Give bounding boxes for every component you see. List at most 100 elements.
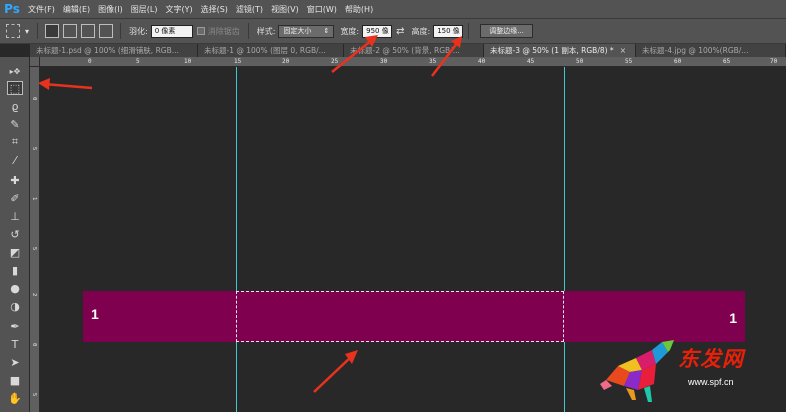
menu-image[interactable]: 图像(I) — [94, 4, 127, 15]
refine-edge-button[interactable]: 调整边缘... — [480, 24, 533, 38]
style-select[interactable]: 固定大小 ⇕ — [278, 24, 335, 38]
move-icon[interactable]: ▸✥ — [7, 64, 23, 78]
ruler-tick: 40 — [478, 58, 486, 65]
gradient-icon[interactable]: ▮ — [7, 263, 23, 277]
menu-view[interactable]: 视图(V) — [267, 4, 303, 15]
watermark-url: www.spf.cn — [688, 377, 734, 387]
chevron-down-icon: ⇕ — [323, 27, 330, 35]
tab-label: 未标题-4.jpg @ 100%(RGB/... — [642, 46, 749, 55]
divider — [468, 23, 470, 39]
height-label: 高度: — [411, 26, 431, 36]
ruler-tick: 5 — [136, 58, 140, 65]
menu-edit[interactable]: 编辑(E) — [59, 4, 94, 15]
feather-label: 羽化: — [129, 26, 148, 36]
menu-layer[interactable]: 图层(L) — [127, 4, 162, 15]
tab-label: 未标题-1.psd @ 100% (细滑铺肤, RGB... — [36, 46, 179, 55]
antialias-checkbox[interactable] — [196, 27, 205, 35]
tab-document-2[interactable]: 未标题-1 @ 100% (图层 0, RGB/... — [198, 44, 344, 57]
history-brush-icon[interactable]: ↺ — [7, 227, 23, 241]
menu-select[interactable]: 选择(S) — [197, 4, 232, 15]
marquee-preset-icon[interactable] — [6, 24, 20, 38]
guide-line-right[interactable] — [564, 67, 565, 412]
dodge-icon[interactable]: ◑ — [7, 299, 23, 313]
ruler-tick: 70 — [770, 58, 778, 65]
ruler-tick: 30 — [380, 58, 388, 65]
subtract-from-selection-icon[interactable] — [81, 24, 96, 38]
watermark-brand: 东发网 — [678, 347, 744, 371]
new-selection-icon[interactable] — [45, 24, 60, 38]
ruler-tick: 1 — [31, 197, 37, 201]
divider — [37, 23, 39, 39]
tab-label: 未标题-3 @ 50% (1 副本, RGB/8) * — [490, 46, 614, 55]
blur-icon[interactable]: ● — [7, 281, 23, 295]
healing-brush-icon[interactable]: ✚ — [7, 173, 23, 187]
ruler-origin[interactable] — [30, 57, 40, 67]
options-bar: ▾ 羽化: 0 像素 消除锯齿 样式: 固定大小 ⇕ 宽度: 950 像 ⇄ 高… — [0, 18, 786, 44]
add-to-selection-icon[interactable] — [63, 24, 78, 38]
style-value: 固定大小 — [283, 27, 312, 35]
clone-stamp-icon[interactable]: ⊥ — [7, 209, 23, 223]
menu-help[interactable]: 帮助(H) — [341, 4, 377, 15]
menu-file[interactable]: 文件(F) — [24, 4, 59, 15]
ruler-tick: 10 — [184, 58, 192, 65]
ruler-tick: 0 — [31, 97, 37, 101]
swap-icon[interactable]: ⇄ — [396, 26, 404, 37]
tab-label: 未标题-1 @ 100% (图层 0, RGB/... — [204, 46, 326, 55]
banner-left-number: 1 — [91, 306, 99, 322]
preset-dropdown-icon[interactable]: ▾ — [25, 27, 29, 36]
rectangle-shape-icon[interactable]: ■ — [7, 373, 23, 387]
tab-label: 未标题-2 @ 50% (背景, RGB/... — [350, 46, 460, 55]
ruler-tick: 50 — [576, 58, 584, 65]
height-input[interactable]: 150 像 — [433, 24, 464, 38]
rectangular-marquee-icon[interactable]: ⬚ — [7, 81, 23, 95]
tab-document-1[interactable]: 未标题-1.psd @ 100% (细滑铺肤, RGB... — [30, 44, 198, 57]
photoshop-window: Ps 文件(F) 编辑(E) 图像(I) 图层(L) 文字(Y) 选择(S) 滤… — [0, 0, 786, 412]
eyedropper-icon[interactable]: ⁄ — [7, 153, 23, 167]
type-icon[interactable]: T — [7, 337, 23, 351]
ruler-tick: 5 — [31, 147, 37, 151]
ruler-tick: 0 — [88, 58, 92, 65]
tab-document-4[interactable]: 未标题-3 @ 50% (1 副本, RGB/8) * × — [484, 44, 636, 57]
path-selection-icon[interactable]: ➤ — [7, 355, 23, 369]
guide-line-left[interactable] — [236, 67, 237, 412]
ruler-tick: 5 — [31, 393, 37, 397]
ruler-tick: 45 — [527, 58, 535, 65]
ruler-tick: 5 — [31, 247, 37, 251]
menu-window[interactable]: 窗口(W) — [303, 4, 341, 15]
ps-logo: Ps — [4, 2, 20, 16]
menu-filter[interactable]: 滤镜(T) — [232, 4, 267, 15]
width-label: 宽度: — [340, 26, 360, 36]
width-input[interactable]: 950 像 — [362, 24, 393, 38]
menu-bar: Ps 文件(F) 编辑(E) 图像(I) 图层(L) 文字(Y) 选择(S) 滤… — [0, 0, 786, 18]
brush-icon[interactable]: ✐ — [7, 191, 23, 205]
ruler-tick: 25 — [331, 58, 339, 65]
ruler-tick: 0 — [31, 343, 37, 347]
vertical-ruler[interactable]: 0 5 1 5 2 0 5 — [30, 67, 40, 412]
antialias-label: 消除锯齿 — [207, 26, 240, 36]
crop-icon[interactable]: ⌗ — [7, 135, 23, 149]
lasso-icon[interactable]: ϱ — [7, 99, 23, 113]
intersect-selection-icon[interactable] — [99, 24, 114, 38]
menu-type[interactable]: 文字(Y) — [161, 4, 196, 15]
close-icon[interactable]: × — [620, 46, 626, 55]
feather-input[interactable]: 0 像素 — [150, 24, 193, 38]
divider — [120, 23, 122, 39]
deer-logo-icon — [600, 340, 674, 402]
ruler-tick: 2 — [31, 293, 37, 297]
style-label: 样式: — [256, 26, 276, 36]
tab-document-5[interactable]: 未标题-4.jpg @ 100%(RGB/... — [636, 44, 786, 57]
document-tabs: 未标题-1.psd @ 100% (细滑铺肤, RGB... 未标题-1 @ 1… — [30, 44, 786, 57]
banner-right-number: 1 — [729, 310, 737, 326]
tab-document-3[interactable]: 未标题-2 @ 50% (背景, RGB/... — [344, 44, 484, 57]
horizontal-ruler[interactable]: 0 5 10 15 20 25 30 35 40 45 50 55 60 65 … — [30, 57, 786, 67]
pen-icon[interactable]: ✒ — [7, 319, 23, 333]
divider — [247, 23, 249, 39]
quick-selection-icon[interactable]: ✎ — [7, 117, 23, 131]
ruler-tick: 20 — [282, 58, 290, 65]
selection-marquee[interactable] — [236, 291, 564, 342]
eraser-icon[interactable]: ◩ — [7, 245, 23, 259]
ruler-tick: 60 — [674, 58, 682, 65]
ruler-tick: 35 — [429, 58, 437, 65]
ruler-tick: 55 — [625, 58, 633, 65]
hand-icon[interactable]: ✋ — [7, 391, 23, 405]
